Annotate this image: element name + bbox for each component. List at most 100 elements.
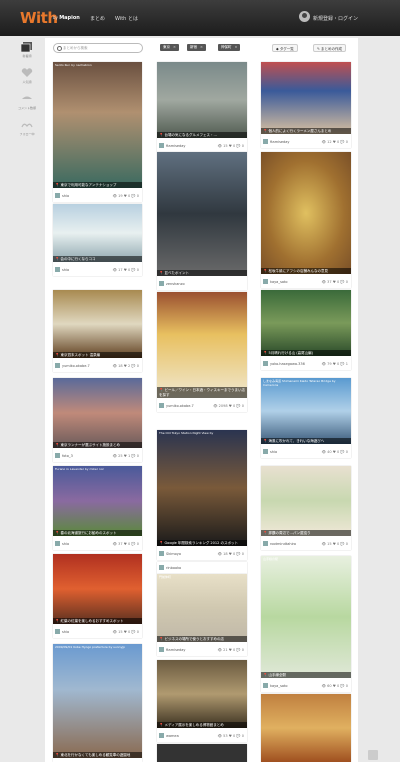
matome-card[interactable]: 門前仲町 📍 ビジネスの場所で使うとおすすめの店 ftamiseday 👁 21 ♥ … [157, 574, 247, 656]
username[interactable]: shio [62, 194, 69, 198]
username[interactable]: yumiko.okabe.7 [62, 364, 90, 368]
card-photo[interactable]: 📍 並べたポイント [157, 152, 247, 276]
user-avatar[interactable] [159, 281, 164, 286]
matome-card[interactable]: 📍 会の中に行くならココ shio 👁 17 ♥ 0 💬 0 [53, 204, 142, 276]
matome-card[interactable]: 📍 東京ランナーが選ぶサイト施設まとめ foto_3 👁 25 ♥ 1 💬 0 [53, 378, 142, 462]
matome-card[interactable]: rinbooko [157, 562, 247, 574]
card-title[interactable]: 📍 会の中に行くならココ [53, 255, 142, 262]
user-avatar[interactable] [55, 629, 60, 634]
matome-card[interactable]: 📍 台場の気になるグルメフェス・… ftamiseday 👁 15 ♥ 0 💬 0 [157, 62, 247, 152]
user-avatar[interactable] [159, 733, 164, 738]
card-title[interactable]: 📍 東京で利用可能なアンテナショップ [53, 181, 142, 188]
card-photo[interactable]: 📍 個人的によく行くラーメン屋さんまとめ [261, 62, 351, 134]
card-photo[interactable]: 📍 紅葉の紅葉を楽しめるおすすめスポット [53, 554, 142, 624]
matome-card[interactable]: 📍 ビール／ワイン・日本酒・ウィスキーまでうまい店を探す yumiko.okabe… [157, 292, 247, 412]
card-title[interactable]: 📍 東北を行かなくても楽しめる観覧車の遊園地 [53, 751, 142, 758]
card-photo[interactable]: 📍 メディア展示を楽しめる博物館まとめ [157, 660, 247, 728]
matome-card[interactable]: 📍 松坂牛焼にアフシの店舗みんなの意見 kaya_sato 👁 37 ♥ 0 💬 0 [261, 152, 351, 288]
username[interactable]: ftamiseday [270, 140, 289, 144]
sidebar-item-comments[interactable]: コメント数順 [15, 94, 39, 110]
card-title[interactable]: 📍 台場の気になるグルメフェス・… [157, 131, 247, 138]
username[interactable]: foto_3 [62, 454, 73, 458]
card-photo[interactable]: 📍 5月晴れ行ける山 (高尾山編) [261, 290, 351, 356]
user-avatar[interactable] [159, 565, 164, 570]
matome-card[interactable] [157, 744, 247, 762]
user-avatar[interactable] [55, 541, 60, 546]
card-title[interactable]: 📍 東京ランナーが選ぶサイト施設まとめ [53, 441, 142, 448]
card-photo[interactable]: Sento Kun by nachabron 📍 東京で利用可能なアンテナショップ [53, 62, 142, 188]
card-photo[interactable]: 📍 松坂牛焼にアフシの店舗みんなの意見 [261, 152, 351, 274]
card-title[interactable]: 📍 個人的によく行くラーメン屋さんまとめ [261, 127, 351, 134]
card-photo[interactable]: 📍 那覇の周辺で…パン屋巡り [261, 466, 351, 536]
tag-filter[interactable]: 新宿 × [187, 44, 206, 51]
user-avatar[interactable] [263, 279, 268, 284]
card-title[interactable]: 📍 メディア展示を楽しめる博物館まとめ [157, 721, 247, 728]
username[interactable]: ftamiseday [166, 648, 185, 652]
matome-card[interactable]: 📍 紅葉の紅葉を楽しめるおすすめスポット shio 👁 15 ♥ 0 💬 0 [53, 554, 142, 638]
username[interactable]: rootmindtahiro [270, 542, 296, 546]
matome-card[interactable]: 2009/09/01 Kobe Hyogo prefecture by sunn… [53, 644, 142, 762]
card-title[interactable]: 📍 海風に吹かれて、きれいな海遊びへ [261, 437, 351, 444]
user-avatar[interactable] [159, 403, 164, 408]
matome-card[interactable]: 山手線の駅 📍 山手線全駅 kaya_sato 👁 60 ♥ 0 💬 0 [261, 556, 351, 692]
user-avatar[interactable] [263, 361, 268, 366]
matome-card[interactable]: The Old Tokyo Station Night View by 📍 Goo… [157, 430, 247, 560]
user-avatar[interactable] [263, 683, 268, 688]
username[interactable]: yumiko.okabe.7 [166, 404, 194, 408]
matome-card[interactable]: 📍 5月晴れ行ける山 (高尾山編) yoko.hasegawa.336 👁 79 ♥… [261, 290, 351, 370]
sidebar-item-new[interactable]: 新着順 [15, 42, 39, 58]
card-title[interactable]: 📍 5月晴れ行ける山 (高尾山編) [261, 349, 351, 356]
card-title[interactable]: 📍 山手線全駅 [261, 671, 351, 678]
user-avatar[interactable] [263, 139, 268, 144]
tag-filter[interactable]: 神保町 × [218, 44, 241, 51]
login-link[interactable]: 新規登録・ログイン [313, 15, 358, 22]
card-title[interactable]: 📍 春の北海道旅行にお勧めのスポット [53, 529, 142, 536]
matome-card[interactable]: Sento Kun by nachabron 📍 東京で利用可能なアンテナショップ… [53, 62, 142, 202]
user-avatar[interactable] [159, 647, 164, 652]
card-photo[interactable] [261, 694, 351, 762]
username[interactable]: wamea [166, 734, 179, 738]
matome-card[interactable]: 📍 個人的によく行くラーメン屋さんまとめ ftamiseday 👁 12 ♥ 0 💬… [261, 62, 351, 148]
card-photo[interactable]: しまなみ海道 Shimanami Kaido Tatarao Bridge by… [261, 378, 351, 444]
card-title[interactable]: 📍 並べたポイント [157, 269, 247, 276]
user-avatar[interactable] [263, 449, 268, 454]
matome-card[interactable]: 📍 メディア展示を楽しめる博物館まとめ wamea 👁 53 ♥ 0 💬 0 [157, 660, 247, 742]
username[interactable]: yoko.hasegawa.336 [270, 362, 305, 366]
tag-list-button[interactable]: ◆ タグ一覧 [272, 44, 298, 52]
user-avatar[interactable] [55, 363, 60, 368]
create-matome-button[interactable]: ✎ まとめの作成 [313, 44, 347, 52]
card-photo[interactable]: 📍 会の中に行くならココ [53, 204, 142, 262]
user-avatar[interactable] [159, 551, 164, 556]
card-title[interactable]: 📍 紅葉の紅葉を楽しめるおすすめスポット [53, 617, 142, 624]
sidebar-item-popular[interactable]: 人気順 [15, 68, 39, 84]
username[interactable]: Skimoyo [166, 552, 181, 556]
user-avatar[interactable] [159, 143, 164, 148]
username[interactable]: rinbooko [166, 566, 181, 570]
sidebar-item-following[interactable]: フォロー中 [15, 120, 39, 136]
matome-card[interactable]: 📍 那覇の周辺で…パン屋巡り rootmindtahiro 👁 15 ♥ 0 💬 0 [261, 466, 351, 550]
username[interactable]: shio [62, 630, 69, 634]
card-title[interactable]: 📍 Google 年間検索ランキング 2012 のスポット [157, 539, 247, 546]
search-input[interactable]: まとめから検索 [53, 43, 143, 53]
card-photo[interactable]: 📍 台場の気になるグルメフェス・… [157, 62, 247, 138]
username[interactable]: kaya_sato [270, 684, 288, 688]
matome-card[interactable] [261, 694, 351, 762]
card-title[interactable]: 📍 那覇の周辺で…パン屋巡り [261, 529, 351, 536]
matome-card[interactable]: 📍 東京週末スポット 温泉編 yumiko.okabe.7 👁 18 ♥ 2 💬 0 [53, 290, 142, 372]
card-photo[interactable]: 門前仲町 📍 ビジネスの場所で使うとおすすめの店 [157, 574, 247, 642]
matome-card[interactable]: 📍 並べたポイント zenshanzo [157, 152, 247, 290]
user-avatar[interactable] [55, 453, 60, 458]
card-photo[interactable]: 📍 ビール／ワイン・日本酒・ウィスキーまでうまい店を探す [157, 292, 247, 398]
card-photo[interactable]: 📍 東京週末スポット 温泉編 [53, 290, 142, 358]
nav-matome[interactable]: まとめ [90, 15, 105, 22]
user-avatar-icon[interactable] [299, 11, 310, 22]
matome-card[interactable]: しまなみ海道 Shimanami Kaido Tatarao Bridge by… [261, 378, 351, 458]
card-title[interactable]: 📍 ビール／ワイン・日本酒・ウィスキーまでうまい店を探す [157, 387, 247, 398]
username[interactable]: shio [62, 542, 69, 546]
nav-about[interactable]: With とは [115, 15, 138, 22]
username[interactable]: shio [62, 268, 69, 272]
card-title[interactable]: 📍 松坂牛焼にアフシの店舗みんなの意見 [261, 267, 351, 274]
username[interactable]: ftamiseday [166, 144, 185, 148]
card-title[interactable]: 📍 ビジネスの場所で使うとおすすめの店 [157, 635, 247, 642]
card-photo[interactable] [157, 744, 247, 762]
